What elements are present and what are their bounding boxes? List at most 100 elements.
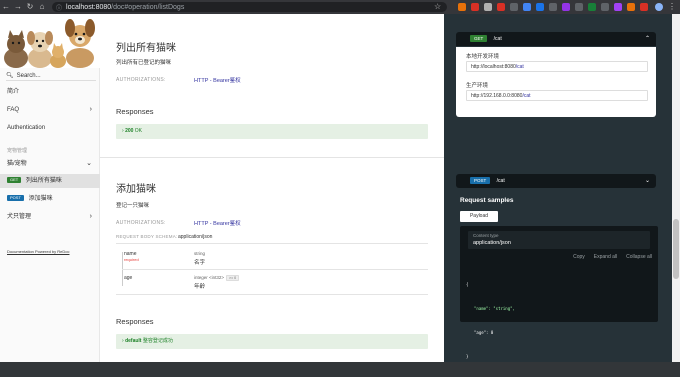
search-placeholder: Search... — [16, 72, 41, 79]
chevron-down-icon: ⌄ — [86, 160, 92, 167]
server-host: http://localhost:8080 — [471, 64, 516, 70]
request-body-content-type: application/json — [178, 234, 213, 240]
sidebar-item-label: 列出所有猫咪 — [25, 178, 62, 184]
extension-icon[interactable] — [484, 3, 492, 11]
server-label: 本地开发环境 — [466, 54, 500, 60]
property-type-text: integer <int32> — [194, 275, 225, 280]
star-icon[interactable]: ☆ — [434, 3, 442, 11]
extension-icon[interactable] — [614, 3, 622, 11]
authorization-link[interactable]: HTTP - Bearer鉴权 — [194, 76, 241, 84]
authorizations-label: AUTHORIZATIONS: — [116, 220, 166, 226]
chevron-right-icon: › — [122, 338, 124, 344]
sidebar-item-dogs[interactable]: 犬只管理 › — [0, 210, 100, 224]
sidebar-item-cats[interactable]: 猫/宠物 ⌄ — [0, 157, 100, 171]
address-bar[interactable]: ⓘ localhost:8080 /doc#operation/listDogs — [52, 2, 447, 12]
property-constraint: >= 0 — [226, 275, 240, 281]
extension-icon[interactable] — [601, 3, 609, 11]
pets-logo-icon — [0, 14, 100, 68]
search-input[interactable]: 🔍︎ Search... — [6, 71, 96, 81]
avatar[interactable] — [655, 3, 663, 11]
response-code: default — [125, 338, 142, 344]
request-samples-title: Request samples — [460, 197, 514, 204]
extension-icon[interactable] — [562, 3, 570, 11]
chevron-right-icon: › — [89, 106, 92, 113]
code-line: } — [466, 354, 469, 359]
extension-icon[interactable] — [510, 3, 518, 11]
sidebar-group-pets: 宠物管理 — [0, 144, 100, 158]
extension-icon[interactable] — [497, 3, 505, 11]
servers-list: 本地开发环境 http://localhost:8080/cat 生产环境 ht… — [456, 47, 656, 117]
sidebar-item-label: FAQ — [7, 107, 20, 113]
right-panel: GET /cat ⌃ 本地开发环境 http://localhost:8080/… — [444, 14, 672, 362]
response-default[interactable]: › default 整容登记成功 — [116, 334, 428, 349]
extension-icon[interactable] — [523, 3, 531, 11]
property-type: integer <int32> >= 0 — [194, 275, 240, 281]
search-icon: 🔍︎ — [6, 73, 14, 79]
sample-actions: Copy Expand all Collapse all — [573, 254, 652, 260]
sidebar-group-label: 宠物管理 — [7, 148, 28, 154]
content-type-select[interactable]: Content type application/json — [468, 231, 650, 249]
sidebar-item-faq[interactable]: FAQ › — [0, 103, 100, 117]
sidebar-item-intro[interactable]: 简介 — [0, 85, 100, 99]
sidebar-item-label: 添加猫咪 — [28, 196, 53, 202]
sidebar: 🔍︎ Search... 简介 FAQ › Authentication 宠物管… — [0, 14, 100, 362]
post-badge: POST — [7, 195, 24, 202]
copy-button[interactable]: Copy — [573, 254, 585, 260]
request-body-schema-label: REQUEST BODY SCHEMA: — [116, 234, 178, 239]
server-url[interactable]: http://192.168.0.0:8080/cat — [466, 90, 648, 101]
scrollbar[interactable] — [672, 14, 680, 362]
redoc-footer-link[interactable]: Documentation Powered by ReDoc — [7, 249, 69, 254]
endpoint-path: /cat — [496, 178, 505, 184]
expand-all-button[interactable]: Expand all — [594, 254, 617, 260]
sidebar-item-authentication[interactable]: Authentication — [0, 121, 100, 135]
request-sample-panel: Content type application/json Copy Expan… — [460, 226, 658, 359]
info-icon: ⓘ — [56, 5, 63, 12]
extension-icon[interactable] — [471, 3, 479, 11]
sidebar-item-label: 犬只管理 — [7, 214, 32, 220]
sidebar-item-add-cat[interactable]: POST 添加猫咪 — [0, 192, 100, 206]
extension-icon[interactable] — [458, 3, 466, 11]
server-path: /cat — [522, 93, 531, 99]
required-label: required — [124, 257, 139, 262]
forward-icon[interactable]: → — [12, 0, 24, 14]
more-icon[interactable]: ⋮ — [668, 3, 676, 11]
tab-payload[interactable]: Payload — [460, 211, 498, 222]
operation-description: 列出所有已登记的猫咪 — [116, 60, 172, 66]
post-badge: POST — [470, 177, 491, 185]
chevron-down-icon: ⌄ — [644, 178, 650, 184]
collapse-all-button[interactable]: Collapse all — [626, 254, 652, 260]
reload-icon[interactable]: ↻ — [24, 0, 36, 14]
get-badge: GET — [470, 35, 488, 43]
extension-icon[interactable] — [627, 3, 635, 11]
back-icon[interactable]: ← — [0, 0, 12, 14]
extension-icon[interactable] — [640, 3, 648, 11]
operation-title: 列出所有猫咪 — [116, 43, 176, 54]
sidebar-item-label: 简介 — [7, 89, 20, 95]
extension-icon[interactable] — [588, 3, 596, 11]
url-host: localhost:8080 — [66, 3, 112, 11]
divider — [116, 294, 428, 295]
response-text: 整容登记成功 — [142, 338, 173, 344]
chevron-right-icon: › — [89, 213, 92, 220]
json-sample: { "name": "string", "age": 0 } — [466, 265, 515, 377]
server-url[interactable]: http://localhost:8080/cat — [466, 61, 648, 72]
property-description: 名字 — [194, 260, 206, 266]
response-text: OK — [134, 128, 143, 134]
extension-icon[interactable] — [536, 3, 544, 11]
authorization-link[interactable]: HTTP - Bearer鉴权 — [194, 219, 241, 227]
responses-title: Responses — [116, 317, 154, 326]
logo — [0, 14, 100, 68]
sidebar-item-list-cats[interactable]: GET 列出所有猫咪 — [0, 174, 100, 188]
endpoint-dropdown[interactable]: GET /cat ⌃ — [456, 32, 656, 46]
server-path: /cat — [515, 64, 524, 70]
extension-icon[interactable] — [549, 3, 557, 11]
content-type-value: application/json — [473, 240, 511, 246]
home-icon[interactable]: ⌂ — [36, 0, 48, 14]
authorizations-label: AUTHORIZATIONS: — [116, 77, 166, 83]
response-200[interactable]: › 200 OK — [116, 124, 428, 139]
endpoint-dropdown[interactable]: POST /cat ⌄ — [456, 174, 656, 188]
extension-icon[interactable] — [575, 3, 583, 11]
scrollbar-thumb[interactable] — [673, 219, 679, 279]
code-line: "name": "string", — [474, 306, 515, 311]
server-host: http://192.168.0.0:8080 — [471, 93, 523, 99]
